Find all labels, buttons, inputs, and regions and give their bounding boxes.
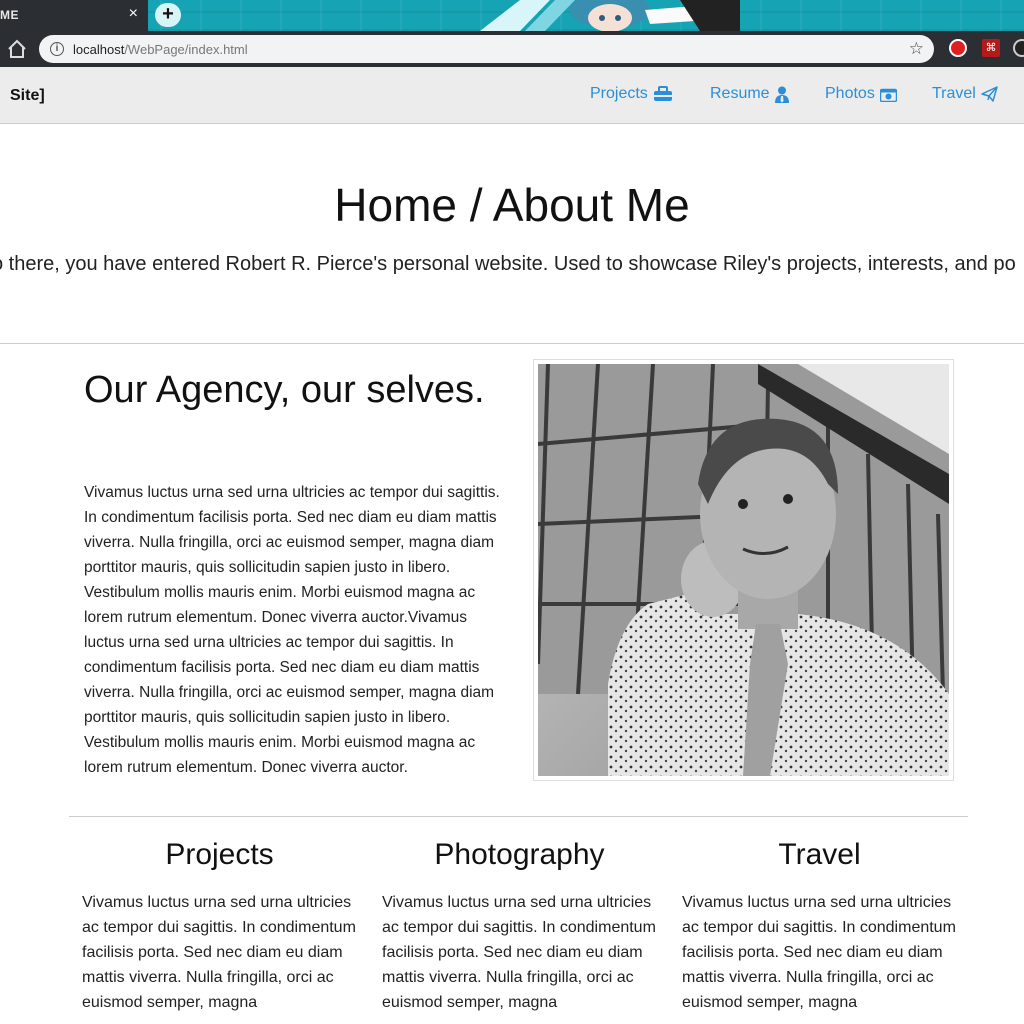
travel-text: Vivamus luctus urna sed urna ultricies a… [682, 894, 956, 1011]
profile-photo [538, 364, 949, 776]
site-brand[interactable]: Site] [10, 87, 45, 105]
section-divider-2 [69, 816, 968, 817]
travel-column: Travel Vivamus luctus urna sed urna ultr… [682, 838, 957, 1015]
nav-photos-link[interactable]: Photos [825, 85, 897, 103]
projects-column: Projects Vivamus luctus urna sed urna ul… [82, 838, 357, 1015]
about-paragraph: Vivamus luctus urna sed urna ultricies a… [84, 484, 500, 776]
address-bar[interactable]: i localhost/WebPage/index.html ☆ [39, 35, 934, 63]
projects-heading: Projects [165, 838, 274, 871]
nav-projects-label: Projects [590, 85, 648, 102]
url-path: /WebPage/index.html [124, 42, 248, 57]
new-tab-button[interactable]: + [155, 3, 181, 27]
site-navbar: Site] Projects Resume Photos Travel [0, 67, 1024, 124]
photography-text: Vivamus luctus urna sed urna ultricies a… [382, 894, 656, 1011]
url-host: localhost [73, 42, 125, 57]
info-icon[interactable]: i [50, 42, 64, 56]
url-text: localhost/WebPage/index.html [73, 42, 248, 57]
theme-artwork-image [480, 0, 740, 31]
page-subtitle: o there, you have entered Robert R. Pier… [0, 253, 1016, 275]
tab-title: ME [0, 8, 19, 22]
bookmark-star-icon[interactable]: ☆ [909, 39, 924, 59]
ublock-icon[interactable] [949, 39, 967, 57]
home-icon[interactable] [6, 38, 28, 60]
browser-tab-strip: ME × + [0, 0, 1024, 31]
browser-tab-active[interactable]: ME × [0, 0, 148, 31]
nav-photos-label: Photos [825, 85, 875, 102]
browser-toolbar: i localhost/WebPage/index.html ☆ [0, 31, 1024, 67]
toolbox-icon [653, 86, 672, 101]
camera-icon [879, 88, 897, 102]
about-heading: Our Agency, our selves. [84, 369, 485, 411]
extension-icon[interactable] [1013, 39, 1024, 57]
travel-heading: Travel [778, 838, 861, 871]
profile-photo-frame [533, 359, 954, 781]
nav-projects-link[interactable]: Projects [590, 85, 673, 103]
tab-close-icon[interactable]: × [129, 5, 138, 23]
paper-plane-icon [981, 86, 998, 102]
nav-travel-label: Travel [932, 85, 976, 102]
photography-heading: Photography [434, 838, 605, 871]
page-title: Home / About Me [334, 179, 690, 231]
photography-column: Photography Vivamus luctus urna sed urna… [382, 838, 657, 1015]
nav-resume-link[interactable]: Resume [710, 85, 789, 103]
section-divider [0, 343, 1024, 344]
pdf-icon[interactable]: ⌘ [982, 39, 1000, 57]
projects-text: Vivamus luctus urna sed urna ultricies a… [82, 894, 356, 1011]
nav-resume-label: Resume [710, 85, 770, 102]
user-tie-icon [774, 86, 789, 103]
nav-travel-link[interactable]: Travel [932, 85, 998, 103]
